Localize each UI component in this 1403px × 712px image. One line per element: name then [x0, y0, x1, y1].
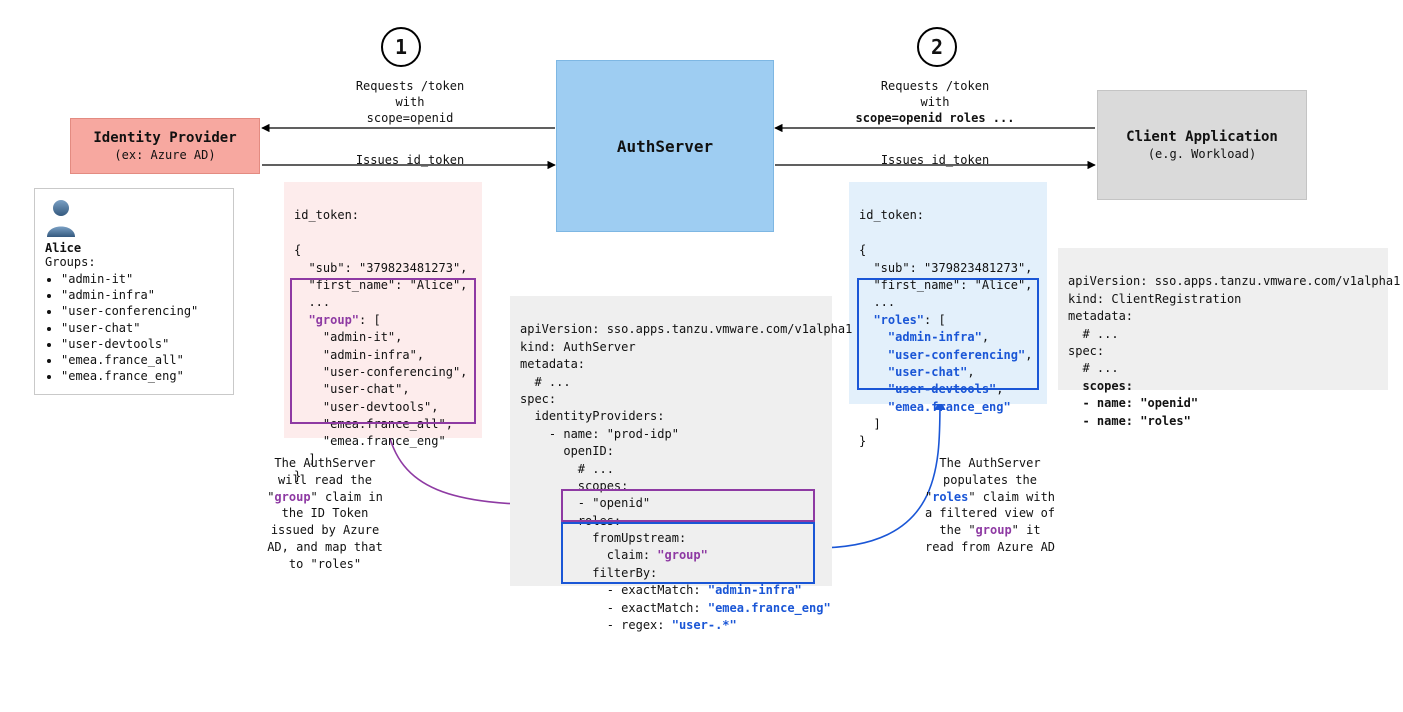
user-card: Alice Groups: "admin-it" "admin-infra" "… [34, 188, 234, 395]
roles-claim-highlight [857, 278, 1039, 390]
clientregistration-yaml: apiVersion: sso.apps.tanzu.vmware.com/v1… [1058, 248, 1388, 390]
client-application-box: Client Application (e.g. Workload) [1097, 90, 1307, 200]
authserver-box: AuthServer [556, 60, 774, 232]
from-upstream-highlight [561, 489, 815, 522]
idp-title: Identity Provider [93, 130, 236, 146]
filter-by-highlight [561, 522, 815, 584]
list-item: "emea.france_eng" [61, 368, 223, 384]
user-name: Alice [45, 241, 223, 255]
authserver-title: AuthServer [617, 137, 713, 156]
client-title: Client Application [1126, 129, 1278, 145]
user-groups-label: Groups: [45, 255, 223, 269]
explanation-roles-claim: The AuthServer populates the "roles" cla… [920, 455, 1060, 556]
step-number: 2 [931, 35, 943, 59]
list-item: "admin-infra" [61, 287, 223, 303]
step-badge-1: 1 [381, 27, 421, 67]
flow1-response-label: Issues id_token [310, 152, 510, 168]
flow2-request-label: Requests /token with scope=openid roles … [835, 78, 1035, 127]
step-number: 1 [395, 35, 407, 59]
list-item: "user-chat" [61, 320, 223, 336]
idp-subtitle: (ex: Azure AD) [114, 148, 215, 162]
user-avatar-icon [45, 197, 77, 237]
list-item: "user-conferencing" [61, 303, 223, 319]
user-groups-list: "admin-it" "admin-infra" "user-conferenc… [45, 271, 223, 384]
flow1-request-label: Requests /token with scope=openid [310, 78, 510, 127]
list-item: "emea.france_all" [61, 352, 223, 368]
identity-provider-box: Identity Provider (ex: Azure AD) [70, 118, 260, 174]
list-item: "admin-it" [61, 271, 223, 287]
step-badge-2: 2 [917, 27, 957, 67]
group-claim-highlight [290, 278, 476, 424]
scopes-label: scopes: [1068, 379, 1133, 393]
client-subtitle: (e.g. Workload) [1148, 147, 1256, 161]
list-item: "user-devtools" [61, 336, 223, 352]
flow2-response-label: Issues id_token [835, 152, 1035, 168]
explanation-group-claim: The AuthServer will read the "group" cla… [260, 455, 390, 573]
